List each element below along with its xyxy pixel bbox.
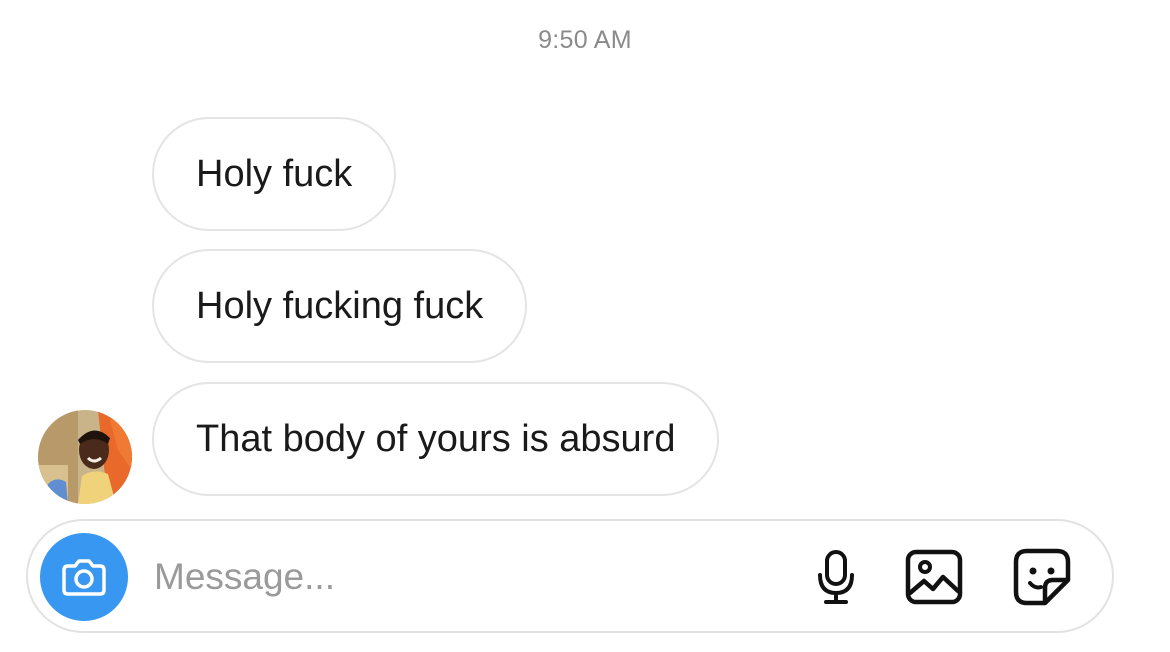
message-text: That body of yours is absurd (196, 417, 676, 460)
message-text: Holy fuck (196, 152, 353, 195)
message-composer (26, 519, 1114, 633)
gallery-icon (905, 549, 963, 605)
sticker-icon (1013, 548, 1071, 606)
gallery-button[interactable] (904, 547, 964, 607)
sender-avatar[interactable] (38, 410, 132, 504)
sticker-button[interactable] (1012, 547, 1072, 607)
message-input[interactable] (154, 547, 774, 607)
message-bubble[interactable]: Holy fucking fuck (152, 249, 528, 363)
message-timestamp: 9:50 AM (538, 26, 632, 54)
camera-button[interactable] (40, 533, 128, 621)
voice-message-button[interactable] (806, 547, 866, 607)
camera-icon (62, 559, 106, 596)
avatar-photo (38, 410, 132, 504)
message-bubble[interactable]: Holy fuck (152, 117, 397, 231)
microphone-icon (818, 550, 854, 604)
message-bubble[interactable]: That body of yours is absurd (152, 382, 720, 496)
message-text: Holy fucking fuck (196, 284, 484, 327)
